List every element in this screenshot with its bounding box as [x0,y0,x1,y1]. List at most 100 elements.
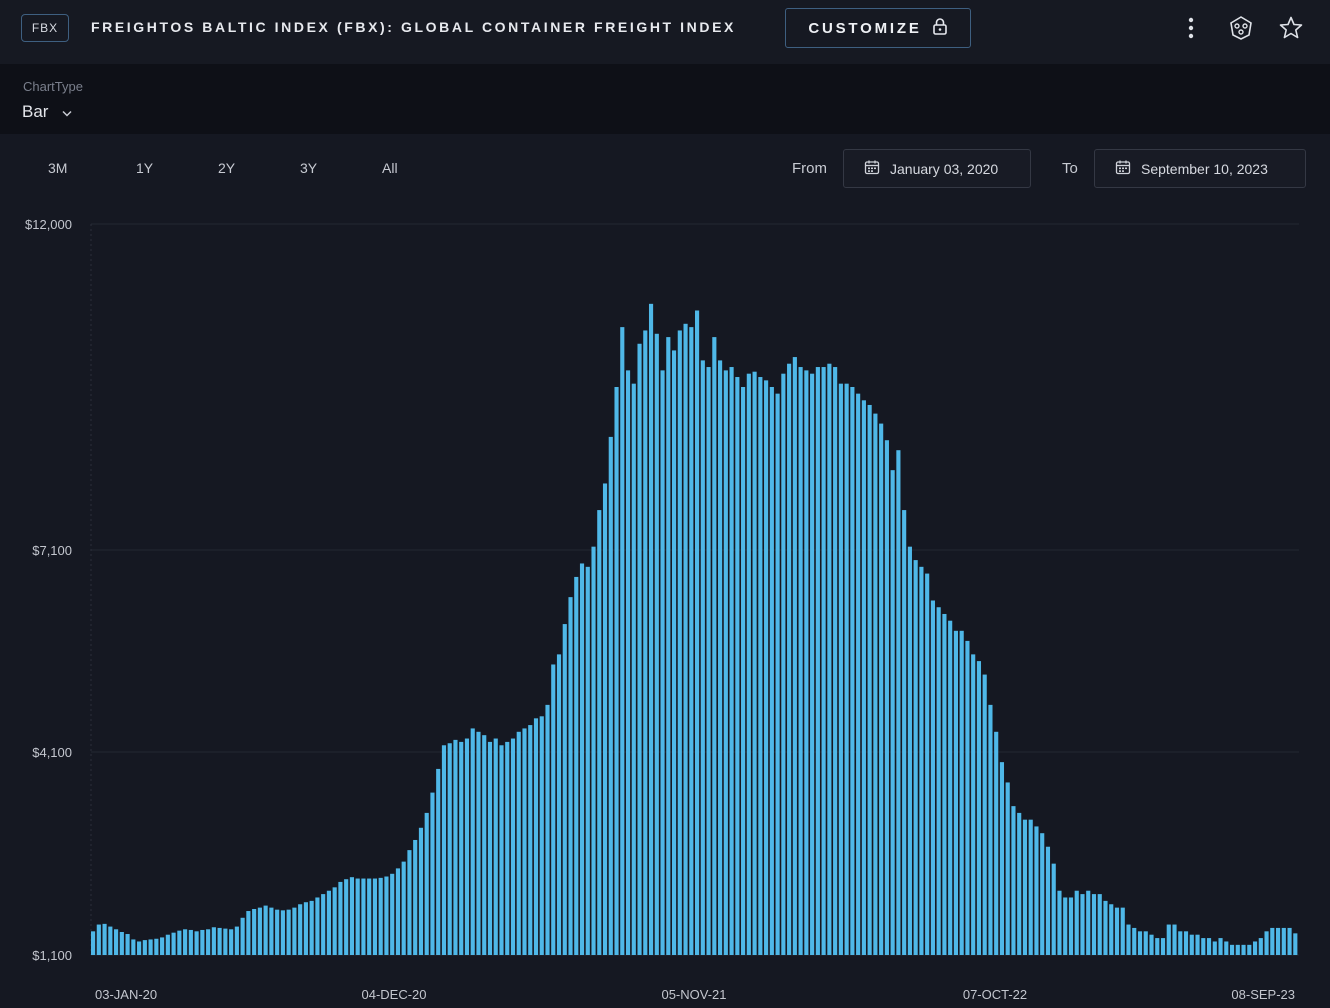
bar[interactable] [482,735,487,955]
bar[interactable] [942,613,947,955]
bar[interactable] [792,357,797,955]
bar[interactable] [1252,941,1258,955]
bar[interactable] [1045,846,1051,955]
bar[interactable] [1178,931,1183,955]
bar[interactable] [585,566,590,955]
bar[interactable] [240,917,245,955]
bar[interactable] [1218,938,1223,955]
bar[interactable] [787,363,792,955]
share-icon[interactable] [1227,14,1255,42]
bar[interactable] [798,367,803,955]
bar[interactable] [275,909,280,955]
bar[interactable] [752,371,757,955]
bar[interactable] [367,878,372,955]
bar[interactable] [1293,933,1298,955]
bar[interactable] [1264,931,1269,955]
bar[interactable] [896,450,901,955]
bar[interactable] [418,827,424,955]
bar[interactable] [729,367,734,955]
bar[interactable] [1063,897,1068,955]
bar[interactable] [223,928,228,955]
bar[interactable] [246,911,251,955]
bar[interactable] [441,745,447,955]
bar[interactable] [119,931,124,955]
range-all-button[interactable]: All [382,160,398,176]
bar[interactable] [597,510,602,955]
bar[interactable] [718,360,723,955]
bar[interactable] [384,876,389,955]
bar[interactable] [562,624,567,955]
bar[interactable] [1005,782,1010,955]
bar[interactable] [902,510,907,955]
bar[interactable] [1034,826,1039,955]
bar[interactable] [735,377,740,955]
bar[interactable] [764,380,769,956]
bar[interactable] [177,930,182,955]
bar[interactable] [879,423,884,956]
bar[interactable] [1155,938,1160,955]
bar[interactable] [1247,944,1252,955]
bar[interactable] [861,400,866,955]
bar[interactable] [579,563,585,955]
bar[interactable] [804,370,809,955]
bar[interactable] [815,367,820,955]
bar[interactable] [390,873,395,955]
bar[interactable] [1074,890,1079,955]
bar[interactable] [712,337,717,956]
bar[interactable] [907,546,912,955]
bar[interactable] [1275,927,1281,955]
bar[interactable] [355,878,360,955]
bar[interactable] [608,436,613,955]
bar[interactable] [1137,931,1143,955]
bar[interactable] [666,337,671,956]
bar[interactable] [137,941,142,955]
bar[interactable] [459,741,464,955]
bar[interactable] [516,731,521,955]
bar[interactable] [303,902,308,955]
bar[interactable] [171,932,176,955]
bar[interactable] [131,939,136,955]
bar[interactable] [263,905,268,955]
bar[interactable] [545,704,550,955]
bar[interactable] [1281,927,1286,955]
bar[interactable] [1114,907,1120,955]
bar[interactable] [988,704,993,955]
bar[interactable] [821,367,826,955]
bar[interactable] [1040,833,1045,955]
bar[interactable] [1011,806,1016,955]
bar[interactable] [217,927,222,955]
bar[interactable] [769,387,774,955]
bar[interactable] [1057,890,1062,955]
bar[interactable] [332,887,337,955]
bar[interactable] [1241,944,1246,955]
bar[interactable] [338,881,343,955]
bar[interactable] [447,743,452,955]
from-date-picker[interactable]: January 03, 2020 [843,149,1031,188]
bar[interactable] [833,367,838,955]
bar[interactable] [326,890,331,955]
bar[interactable] [183,929,188,955]
bar[interactable] [648,303,654,956]
bar[interactable] [873,413,878,955]
bar[interactable] [999,762,1005,955]
bar[interactable] [1287,927,1292,955]
bar[interactable] [602,483,608,955]
bar[interactable] [108,926,113,955]
bar[interactable] [683,323,688,955]
bar[interactable] [919,566,924,955]
bar[interactable] [1183,931,1189,955]
bar[interactable] [660,370,665,955]
bar[interactable] [925,573,930,955]
bar[interactable] [430,792,435,955]
bar[interactable] [614,387,619,955]
bar[interactable] [292,907,297,955]
bar[interactable] [994,731,999,955]
bar[interactable] [1195,934,1200,955]
bar[interactable] [741,387,746,955]
bar[interactable] [746,373,751,955]
range-1y-button[interactable]: 1Y [136,160,153,176]
bar[interactable] [125,934,130,955]
bar[interactable] [188,929,193,955]
bar[interactable] [206,929,211,955]
bar[interactable] [936,607,941,955]
